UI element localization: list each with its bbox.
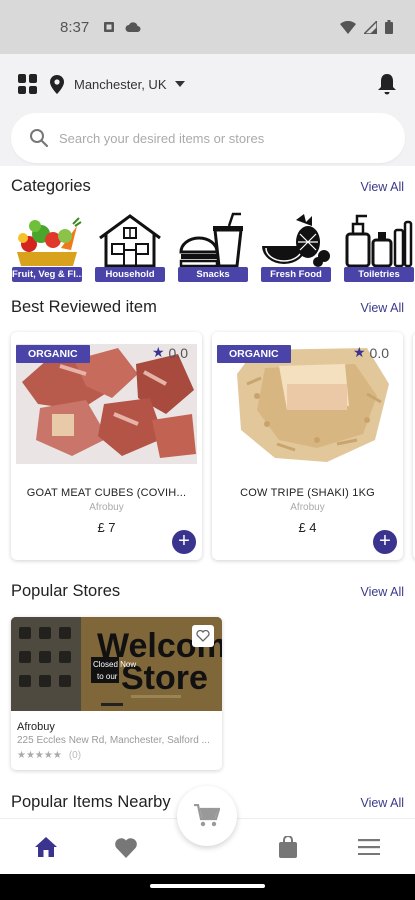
product-store: Afrobuy (89, 502, 124, 513)
toiletries-icon (345, 214, 413, 268)
store-address: 225 Eccles New Rd, Manchester, Salford .… (17, 735, 210, 746)
cart-button[interactable] (177, 786, 237, 846)
notification-icon (104, 22, 115, 32)
closed-now-text: Closed Now (93, 660, 136, 669)
gesture-bar (0, 874, 415, 900)
shopping-bag-icon (279, 836, 297, 858)
rating-count: (0) (68, 750, 82, 761)
product-rating: ★ 0.0 (151, 344, 188, 361)
hamburger-menu-icon (358, 839, 380, 855)
nav-orders[interactable] (273, 833, 303, 861)
favorite-button[interactable] (192, 625, 214, 647)
app-screen: 8:37 Manchester, UK Categories Vie (0, 0, 415, 900)
shopping-cart-icon (194, 804, 220, 827)
star-icon: ★ (151, 344, 165, 360)
product-name: COW TRIPE (SHAKI) 1KG (240, 487, 375, 499)
category-label: Fresh Food (261, 267, 331, 282)
home-icon (35, 837, 57, 857)
organic-badge: ORGANIC (16, 345, 90, 363)
popular-stores-header: Popular Stores View All (11, 582, 404, 601)
heart-outline-icon (196, 630, 210, 642)
category-toiletries[interactable]: Toiletries (343, 212, 415, 282)
popular-nearby-view-all-link[interactable]: View All (360, 796, 404, 810)
store-banner-graphic: Welcome Store Closed Now to our (11, 617, 222, 711)
popular-stores-title: Popular Stores (11, 582, 121, 600)
product-name: GOAT MEAT CUBES (COVIH... (26, 487, 187, 499)
categories-view-all-link[interactable]: View All (360, 180, 404, 194)
signal-icon (364, 20, 377, 34)
store-banner-image: Welcome Store Closed Now to our (11, 617, 222, 711)
category-label: Toiletries (344, 267, 414, 282)
location-pin-icon (50, 74, 64, 94)
categories-list: Fruit, Veg & Fl... Household Snacks Fres… (11, 212, 415, 284)
status-bar: 8:37 (0, 0, 415, 54)
categories-header: Categories View All (11, 177, 404, 196)
categories-title: Categories (11, 177, 91, 195)
product-price: £ 4 (298, 520, 317, 535)
battery-icon (385, 20, 393, 34)
organic-badge: ORGANIC (217, 345, 291, 363)
main-content: Categories View All Fruit, Veg & Fl... H… (0, 166, 415, 818)
category-fresh-food[interactable]: Fresh Food (260, 212, 332, 282)
search-bar[interactable] (11, 113, 405, 163)
star-rating-icons: ★★★★★ (17, 750, 62, 761)
search-icon (30, 129, 49, 148)
nav-menu[interactable] (354, 833, 384, 861)
category-label: Snacks (178, 267, 248, 282)
wifi-icon (340, 20, 356, 34)
status-time: 8:37 (60, 18, 90, 36)
product-card[interactable]: ORGANIC ★ 0.0 COW TRIPE (SHAKI) 1KG Afro… (212, 332, 403, 560)
category-household[interactable]: Household (94, 212, 166, 282)
add-to-cart-button[interactable]: + (373, 530, 397, 554)
store-name: Afrobuy (17, 721, 55, 733)
star-icon: ★ (352, 344, 366, 360)
fresh-food-icon (262, 214, 330, 267)
location-selector[interactable]: Manchester, UK (74, 77, 167, 92)
product-price: £ 7 (97, 520, 116, 535)
category-label: Fruit, Veg & Fl... (12, 267, 82, 282)
category-fruit-veg[interactable]: Fruit, Veg & Fl... (11, 212, 83, 282)
search-input[interactable] (59, 130, 359, 146)
nav-home[interactable] (31, 833, 61, 861)
add-to-cart-button[interactable]: + (172, 530, 196, 554)
popular-nearby-title: Popular Items Nearby (11, 793, 171, 811)
product-store: Afrobuy (290, 502, 325, 513)
app-header: Manchester, UK (0, 54, 415, 166)
notifications-bell-icon[interactable] (377, 73, 397, 95)
best-reviewed-view-all-link[interactable]: View All (360, 301, 404, 315)
fruit-veg-icon (17, 217, 82, 266)
best-reviewed-list: ORGANIC ★ 0.0 GOAT MEAT CUBES (COVIH... … (11, 332, 415, 562)
product-card[interactable]: ORGANIC ★ 0.0 GOAT MEAT CUBES (COVIH... … (11, 332, 202, 560)
chevron-down-icon[interactable] (174, 81, 185, 87)
category-label: Household (95, 267, 165, 282)
nav-favorites[interactable] (111, 833, 141, 861)
product-rating: ★ 0.0 (352, 344, 389, 361)
banner-to-our-text: to our (97, 672, 118, 681)
best-reviewed-header: Best Reviewed item View All (11, 298, 404, 317)
popular-stores-view-all-link[interactable]: View All (360, 585, 404, 599)
category-snacks[interactable]: Snacks (177, 212, 249, 282)
store-rating: ★★★★★ (0) (17, 750, 81, 761)
best-reviewed-title: Best Reviewed item (11, 298, 157, 316)
menu-grid-icon[interactable] (18, 74, 38, 94)
house-icon (99, 214, 161, 268)
home-indicator[interactable] (150, 884, 265, 888)
store-card[interactable]: Welcome Store Closed Now to our Afrobuy … (11, 617, 222, 770)
heart-icon (115, 837, 137, 858)
cloud-icon (125, 22, 141, 32)
snacks-icon (179, 212, 243, 268)
